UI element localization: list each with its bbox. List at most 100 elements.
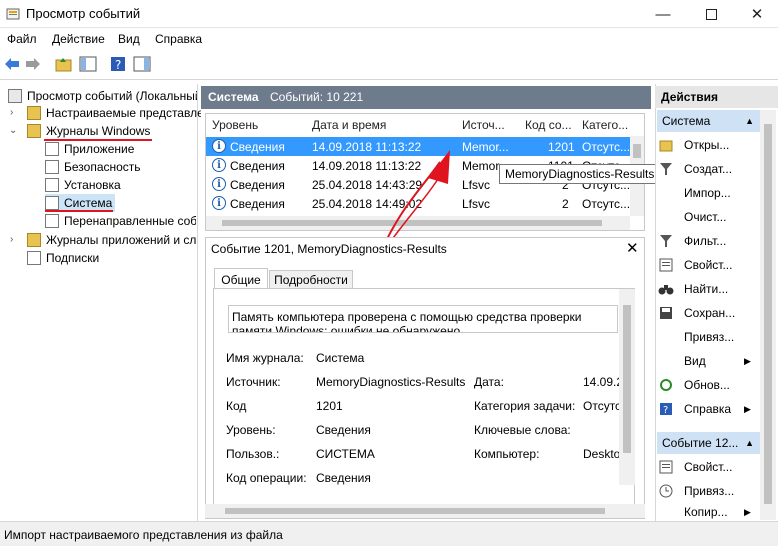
maximize-icon [705, 8, 717, 20]
actions-section-event[interactable]: Событие 12... ▲ [657, 432, 760, 454]
close-button[interactable]: ✕ [734, 0, 778, 28]
action-attach-task[interactable]: Привяз... [658, 326, 758, 348]
scroll-thumb[interactable] [633, 144, 641, 158]
column-code[interactable]: Код со... [525, 118, 572, 132]
open-log-icon [658, 137, 674, 153]
action-label: Справка [684, 402, 732, 416]
action-import[interactable]: Импор... [658, 182, 758, 204]
menu-help[interactable]: Справка [155, 32, 202, 46]
scroll-thumb[interactable] [225, 508, 605, 514]
tree-item-label: Настраиваемые представления [46, 106, 224, 120]
tree-root[interactable]: Просмотр событий (Локальный) [8, 87, 197, 105]
folder-icon [27, 106, 41, 120]
scroll-thumb[interactable] [623, 305, 631, 453]
column-level[interactable]: Уровень [212, 118, 258, 132]
chevron-down-icon[interactable]: ⌄ [9, 125, 17, 136]
menu-view[interactable]: Вид [118, 32, 140, 46]
collapse-up-icon: ▲ [745, 438, 754, 448]
action-create-view[interactable]: Создат... [658, 158, 758, 180]
action-pane-icon [133, 56, 151, 72]
help-button[interactable]: ? [108, 54, 128, 74]
event-viewer-icon [6, 8, 20, 20]
minimize-button[interactable]: — [640, 0, 686, 28]
event-viewer-icon [8, 89, 22, 103]
log-icon [45, 142, 59, 156]
cell-category: Отсутс... [582, 140, 631, 154]
close-detail-button[interactable]: ✕ [626, 239, 639, 257]
action-label: Свойст... [684, 460, 733, 474]
forward-button[interactable] [23, 54, 43, 74]
action-event-attach-task[interactable]: Привяз... [658, 480, 758, 502]
action-filter[interactable]: Фильт... [658, 230, 758, 252]
tree-item-label: Приложение [64, 142, 135, 156]
attach-task-icon [658, 329, 674, 345]
clock-icon [658, 483, 674, 499]
chevron-right-icon[interactable]: › [10, 107, 13, 118]
action-label: Обнов... [684, 378, 730, 392]
show-hide-tree-button[interactable] [78, 54, 98, 74]
tree-item-subscriptions[interactable]: Подписки [27, 249, 99, 267]
title-bar: Просмотр событий — ✕ [0, 0, 778, 28]
action-save[interactable]: Сохран... [658, 302, 758, 324]
column-date[interactable]: Дата и время [312, 118, 386, 132]
actions-vscrollbar[interactable] [760, 110, 776, 520]
tree-item-label: Журналы приложений и служб [46, 233, 196, 247]
action-label: Создат... [684, 162, 733, 176]
field-source: MemoryDiagnostics-Results [316, 375, 466, 389]
tree-item-app-logs[interactable]: Журналы приложений и служб [27, 231, 196, 249]
actions-section-system[interactable]: Система ▲ [657, 110, 760, 132]
menu-bar: Файл Действие Вид Справка [0, 28, 778, 50]
detail-vscrollbar[interactable] [619, 289, 635, 485]
action-find[interactable]: Найти... [658, 278, 758, 300]
action-label: Сохран... [684, 306, 736, 320]
cell-level: Сведения [230, 140, 285, 154]
column-source[interactable]: Источ... [462, 118, 505, 132]
menu-action[interactable]: Действие [52, 32, 105, 46]
detail-hscrollbar[interactable] [205, 504, 645, 518]
tree-item-application[interactable]: Приложение [45, 140, 134, 158]
tree-root-label: Просмотр событий (Локальный) [27, 89, 197, 103]
column-category[interactable]: Катего... [582, 118, 628, 132]
cell-level: Сведения [230, 159, 285, 173]
tab-details[interactable]: Подробности [269, 270, 353, 290]
tree-item-windows-logs[interactable]: Журналы Windows [27, 122, 150, 140]
tree-item-security[interactable]: Безопасность [45, 158, 141, 176]
tree-item-label: Журналы Windows [46, 124, 151, 138]
event-message: Память компьютера проверена с помощью ср… [228, 305, 618, 333]
action-event-properties[interactable]: Свойст... [658, 456, 758, 478]
cell-code: 2 [562, 197, 569, 211]
up-folder-button[interactable] [54, 54, 74, 74]
maximize-button[interactable] [688, 0, 734, 28]
status-text: Импорт настраиваемого представления из ф… [4, 528, 283, 542]
action-clear[interactable]: Очист... [658, 206, 758, 228]
tree-item-custom-views[interactable]: Настраиваемые представления [27, 104, 224, 122]
cell-code: 1201 [548, 140, 575, 154]
field-log-name: Система [316, 351, 365, 365]
back-button[interactable] [2, 54, 22, 74]
action-help[interactable]: ? Справка ▶ [658, 398, 758, 420]
properties-button[interactable] [132, 54, 152, 74]
import-icon [658, 185, 674, 201]
tree-item-label: Установка [64, 178, 121, 192]
tab-label: Общие [221, 272, 261, 287]
scroll-thumb[interactable] [764, 124, 772, 504]
tree-item-setup[interactable]: Установка [45, 176, 121, 194]
cell-level: Сведения [230, 197, 285, 211]
chevron-right-icon[interactable]: › [10, 234, 13, 245]
action-view[interactable]: Вид ▶ [658, 350, 758, 372]
action-label: Вид [684, 354, 706, 368]
action-copy[interactable]: Копир... ▶ [658, 504, 758, 520]
tab-label: Подробности [274, 273, 348, 287]
action-refresh[interactable]: Обнов... [658, 374, 758, 396]
arrow-right-icon [26, 58, 40, 70]
action-label: Найти... [684, 282, 729, 296]
action-label: Копир... [684, 505, 728, 519]
action-open[interactable]: Откры... [658, 134, 758, 156]
tab-general[interactable]: Общие [214, 268, 268, 290]
chevron-right-icon: ▶ [744, 355, 751, 366]
menu-file[interactable]: Файл [7, 32, 37, 46]
tree-item-forwarded[interactable]: Перенаправленные события [45, 212, 196, 230]
info-icon: i [212, 177, 226, 191]
properties-icon [658, 459, 674, 475]
action-properties[interactable]: Свойст... [658, 254, 758, 276]
